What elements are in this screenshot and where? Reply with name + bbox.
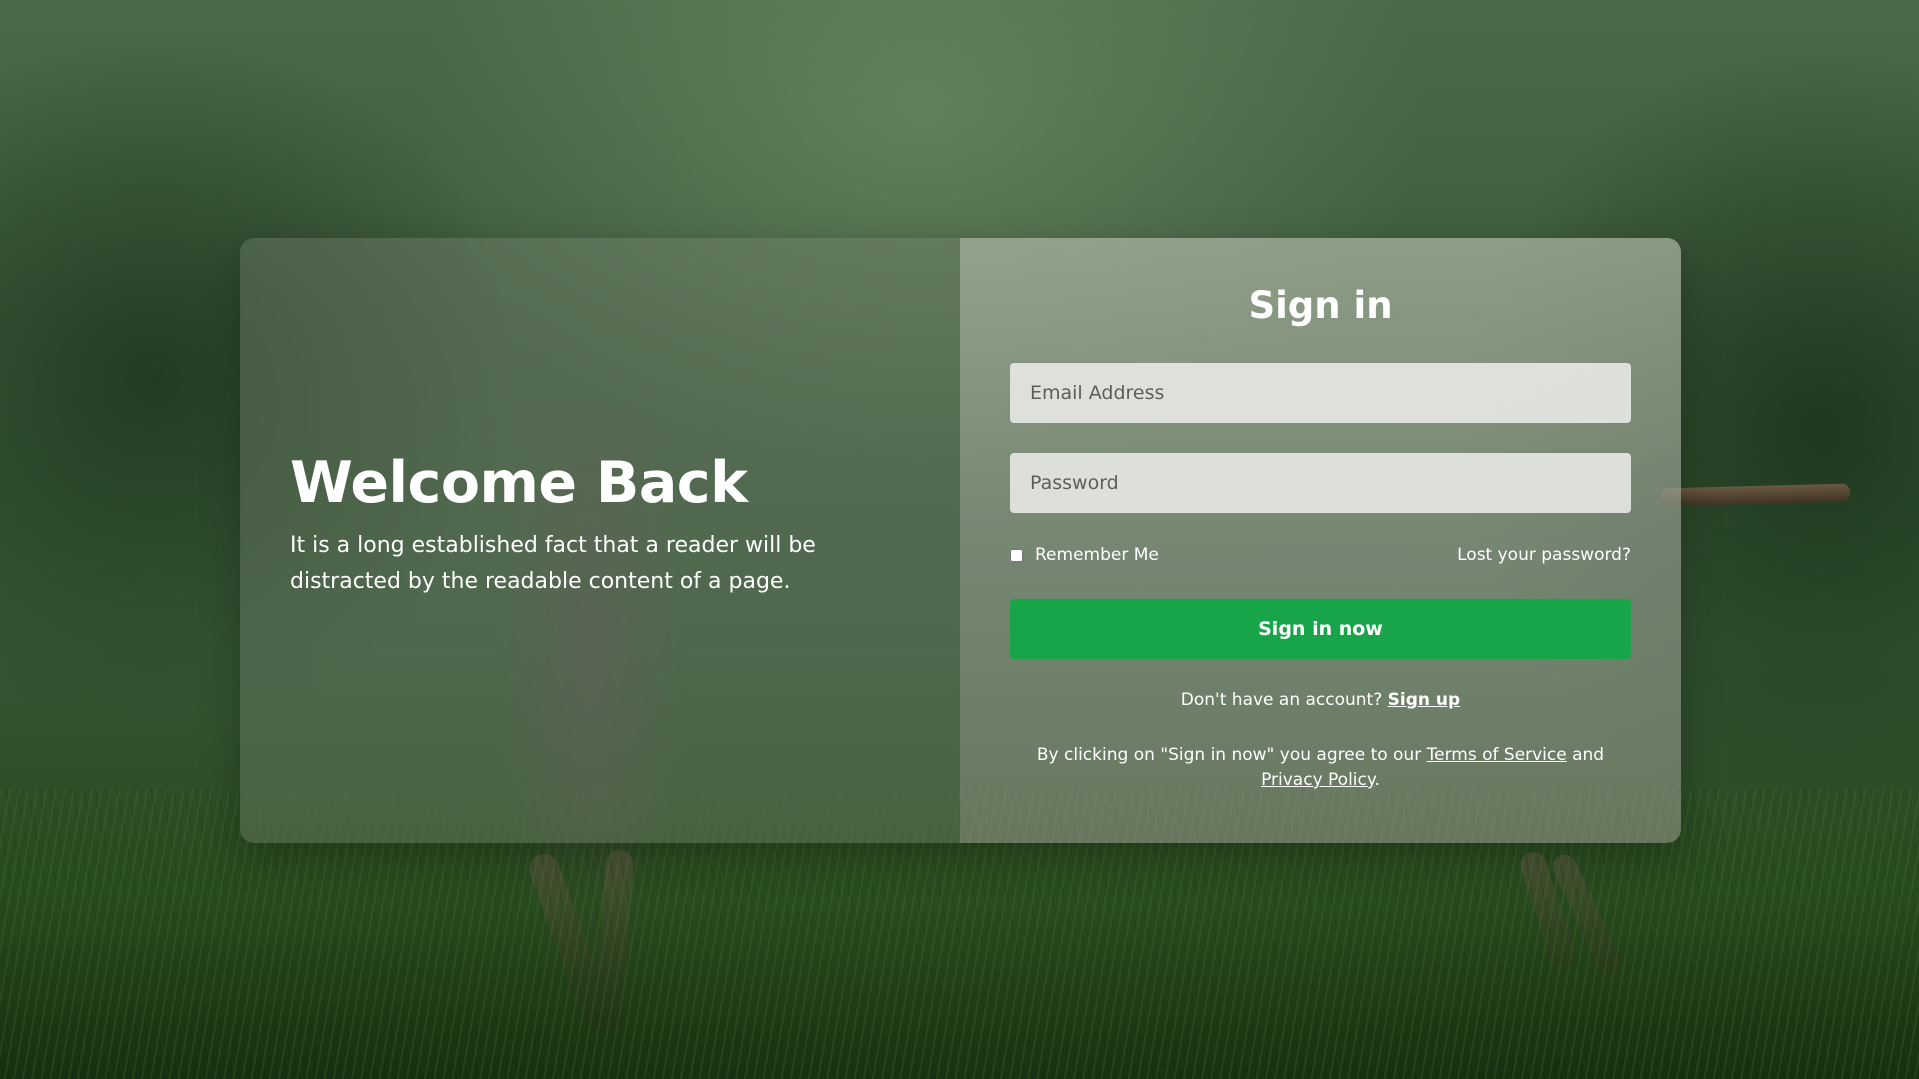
signin-title: Sign in [1248, 284, 1393, 327]
password-input[interactable] [1010, 453, 1631, 513]
sign-up-link[interactable]: Sign up [1388, 690, 1461, 710]
terms-suffix: . [1374, 770, 1380, 790]
remember-me-text: Remember Me [1035, 545, 1159, 565]
remember-me-label[interactable]: Remember Me [1010, 545, 1159, 565]
terms-of-service-link[interactable]: Terms of Service [1427, 745, 1567, 765]
welcome-description: It is a long established fact that a rea… [290, 533, 816, 594]
terms-and: and [1572, 745, 1605, 765]
login-card: Welcome Back It is a long established fa… [240, 238, 1681, 843]
remember-me-checkbox[interactable] [1010, 548, 1023, 562]
lost-password-link[interactable]: Lost your password? [1457, 545, 1631, 565]
background-pole [1659, 483, 1851, 507]
terms-prefix: By clicking on "Sign in now" you agree t… [1036, 745, 1422, 765]
email-input[interactable] [1010, 363, 1631, 423]
signup-row: Don't have an account? Sign up [960, 690, 1681, 710]
welcome-title: Welcome Back [290, 450, 748, 516]
signin-panel: Sign in Remember Me Lost your password? … [960, 238, 1681, 843]
privacy-policy-link[interactable]: Privacy Policy [1261, 770, 1374, 790]
sign-in-button[interactable]: Sign in now [1010, 599, 1631, 659]
welcome-panel: Welcome Back It is a long established fa… [240, 238, 960, 843]
remember-row: Remember Me Lost your password? [1010, 545, 1631, 565]
signup-prompt: Don't have an account? [1180, 690, 1383, 710]
terms-notice: By clicking on "Sign in now" you agree t… [1010, 743, 1631, 793]
